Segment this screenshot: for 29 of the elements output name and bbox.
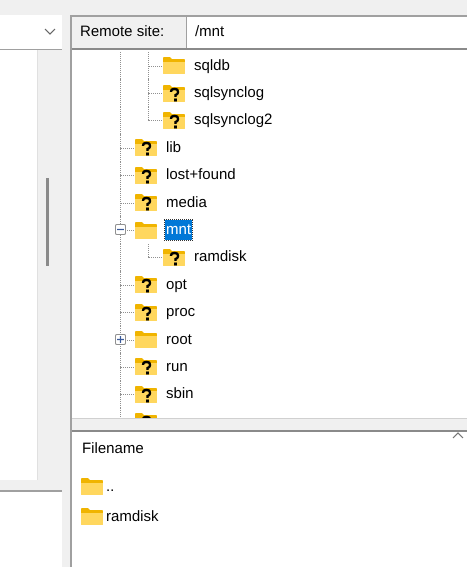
question-folder-icon [134, 384, 158, 404]
folder-icon [80, 507, 104, 526]
site-dropdown[interactable] [0, 15, 62, 50]
question-folder-icon [162, 84, 186, 103]
file-name[interactable]: ramdisk [106, 508, 159, 526]
scrollbar-thumb[interactable] [46, 178, 49, 266]
tree-item[interactable]: mnt [165, 220, 192, 240]
question-folder-icon [162, 110, 186, 130]
plus-icon [117, 336, 124, 343]
tree-item[interactable]: sqlsynclog2 [193, 110, 274, 130]
expand-button[interactable] [115, 334, 126, 345]
tree-item[interactable]: sqlsynclog [193, 83, 266, 104]
file-name[interactable]: .. [106, 478, 114, 496]
folder-icon [80, 477, 104, 496]
question-folder-icon [134, 138, 158, 158]
question-folder-icon [134, 275, 158, 294]
question-folder-icon [134, 302, 158, 322]
remote-path-field[interactable]: /mnt [187, 17, 467, 48]
column-header[interactable]: Filename [82, 438, 144, 460]
folder-icon [134, 220, 158, 240]
question-folder-icon [162, 248, 186, 267]
question-folder-icon [134, 166, 158, 185]
folder-icon [162, 56, 186, 76]
question-folder-icon [134, 193, 158, 212]
question-folder-icon [134, 357, 158, 376]
collapse-button[interactable] [115, 224, 126, 236]
folder-icon [134, 330, 158, 350]
sort-caret-icon [452, 432, 464, 439]
chevron-icon [44, 28, 56, 36]
